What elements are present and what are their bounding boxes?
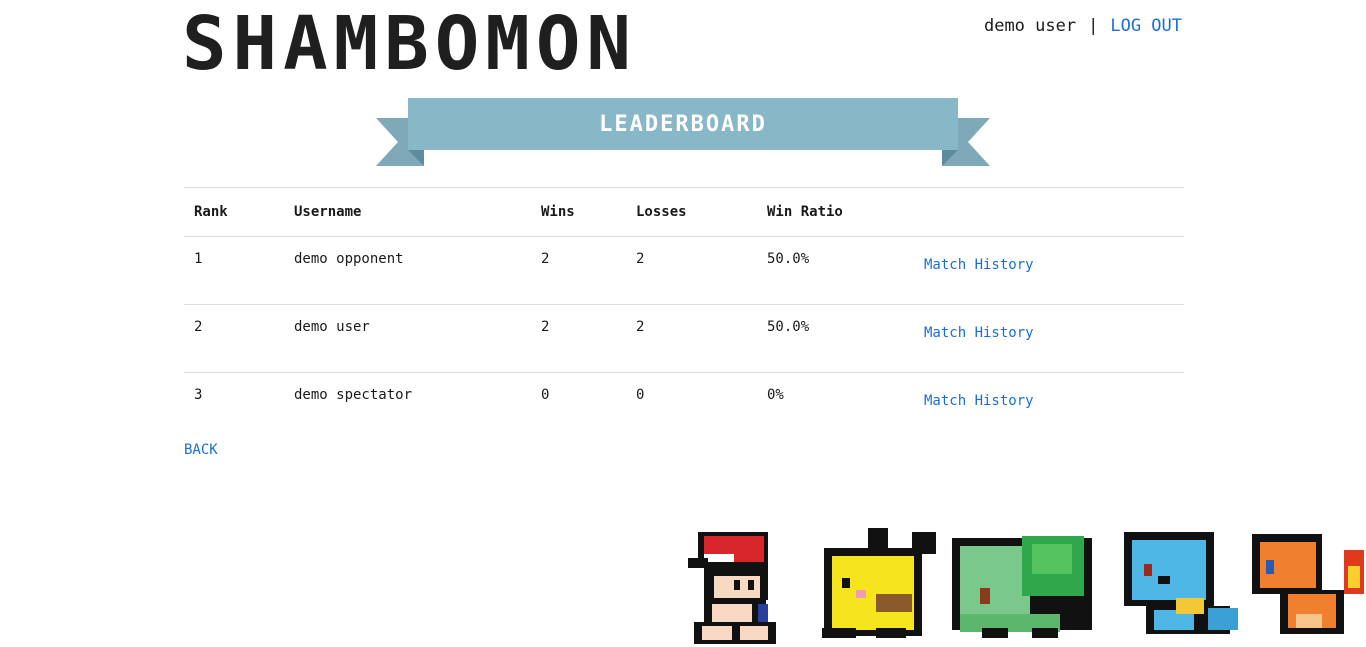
app-logo: SHAMBOMON [182,1,637,87]
username-cell: demo opponent [284,236,531,305]
rank-cell: 2 [184,304,284,373]
rank-cell: 1 [184,236,284,305]
match-history-link[interactable]: Match History [924,325,1034,341]
win-ratio-cell: 50.0% [757,236,904,305]
column-header-actions [904,187,1184,237]
back-link[interactable]: BACK [184,442,218,458]
losses-cell: 2 [626,304,757,373]
match-history-link[interactable]: Match History [924,257,1034,273]
username-cell: demo spectator [294,387,413,403]
actions-cell: Match History [904,236,1184,305]
separator: | [1088,16,1099,36]
current-username: demo user [983,16,1077,36]
actions-cell: Match History [904,373,1184,441]
column-header-win-ratio: Win Ratio [757,187,904,237]
wins-cell: 2 [531,304,626,373]
column-header-wins: Wins [531,187,626,237]
column-header-losses: Losses [626,187,757,237]
banner-title: LEADERBOARD [599,112,767,137]
table-row: 1 demo opponent 2 2 50.0% Match History [184,236,1184,305]
table-row: 2 demo user 2 2 50.0% Match History [184,304,1184,373]
win-ratio-cell: 0% [767,387,784,403]
leaderboard-banner: LEADERBOARD [376,98,990,168]
wins-cell: 0 [541,387,550,403]
charmander-sprite [1252,534,1364,634]
bulbasaur-sprite [952,536,1092,638]
leaderboard-table: Rank Username Wins Losses Win Ratio 1 de… [184,187,1184,440]
column-header-username: Username [284,187,531,237]
column-header-rank: Rank [184,187,284,237]
squirtle-sprite [1124,532,1238,634]
trainer-sprite [688,532,776,644]
user-bar: demo user | LOG OUT [984,16,1182,36]
losses-cell: 2 [626,236,757,305]
match-history-link[interactable]: Match History [924,393,1034,409]
actions-cell: Match History [904,304,1184,373]
rank-cell: 3 [194,387,203,403]
pixel-sprites [680,520,1366,647]
wins-cell: 2 [531,236,626,305]
losses-cell: 0 [636,387,645,403]
logout-link[interactable]: LOG OUT [1110,16,1182,36]
table-header-row: Rank Username Wins Losses Win Ratio [184,187,1184,237]
pikachu-sprite [822,528,936,638]
win-ratio-cell: 50.0% [757,304,904,373]
username-cell: demo user [284,304,531,373]
table-row: 3 demo spectator 0 0 0% Match History [184,373,1184,441]
